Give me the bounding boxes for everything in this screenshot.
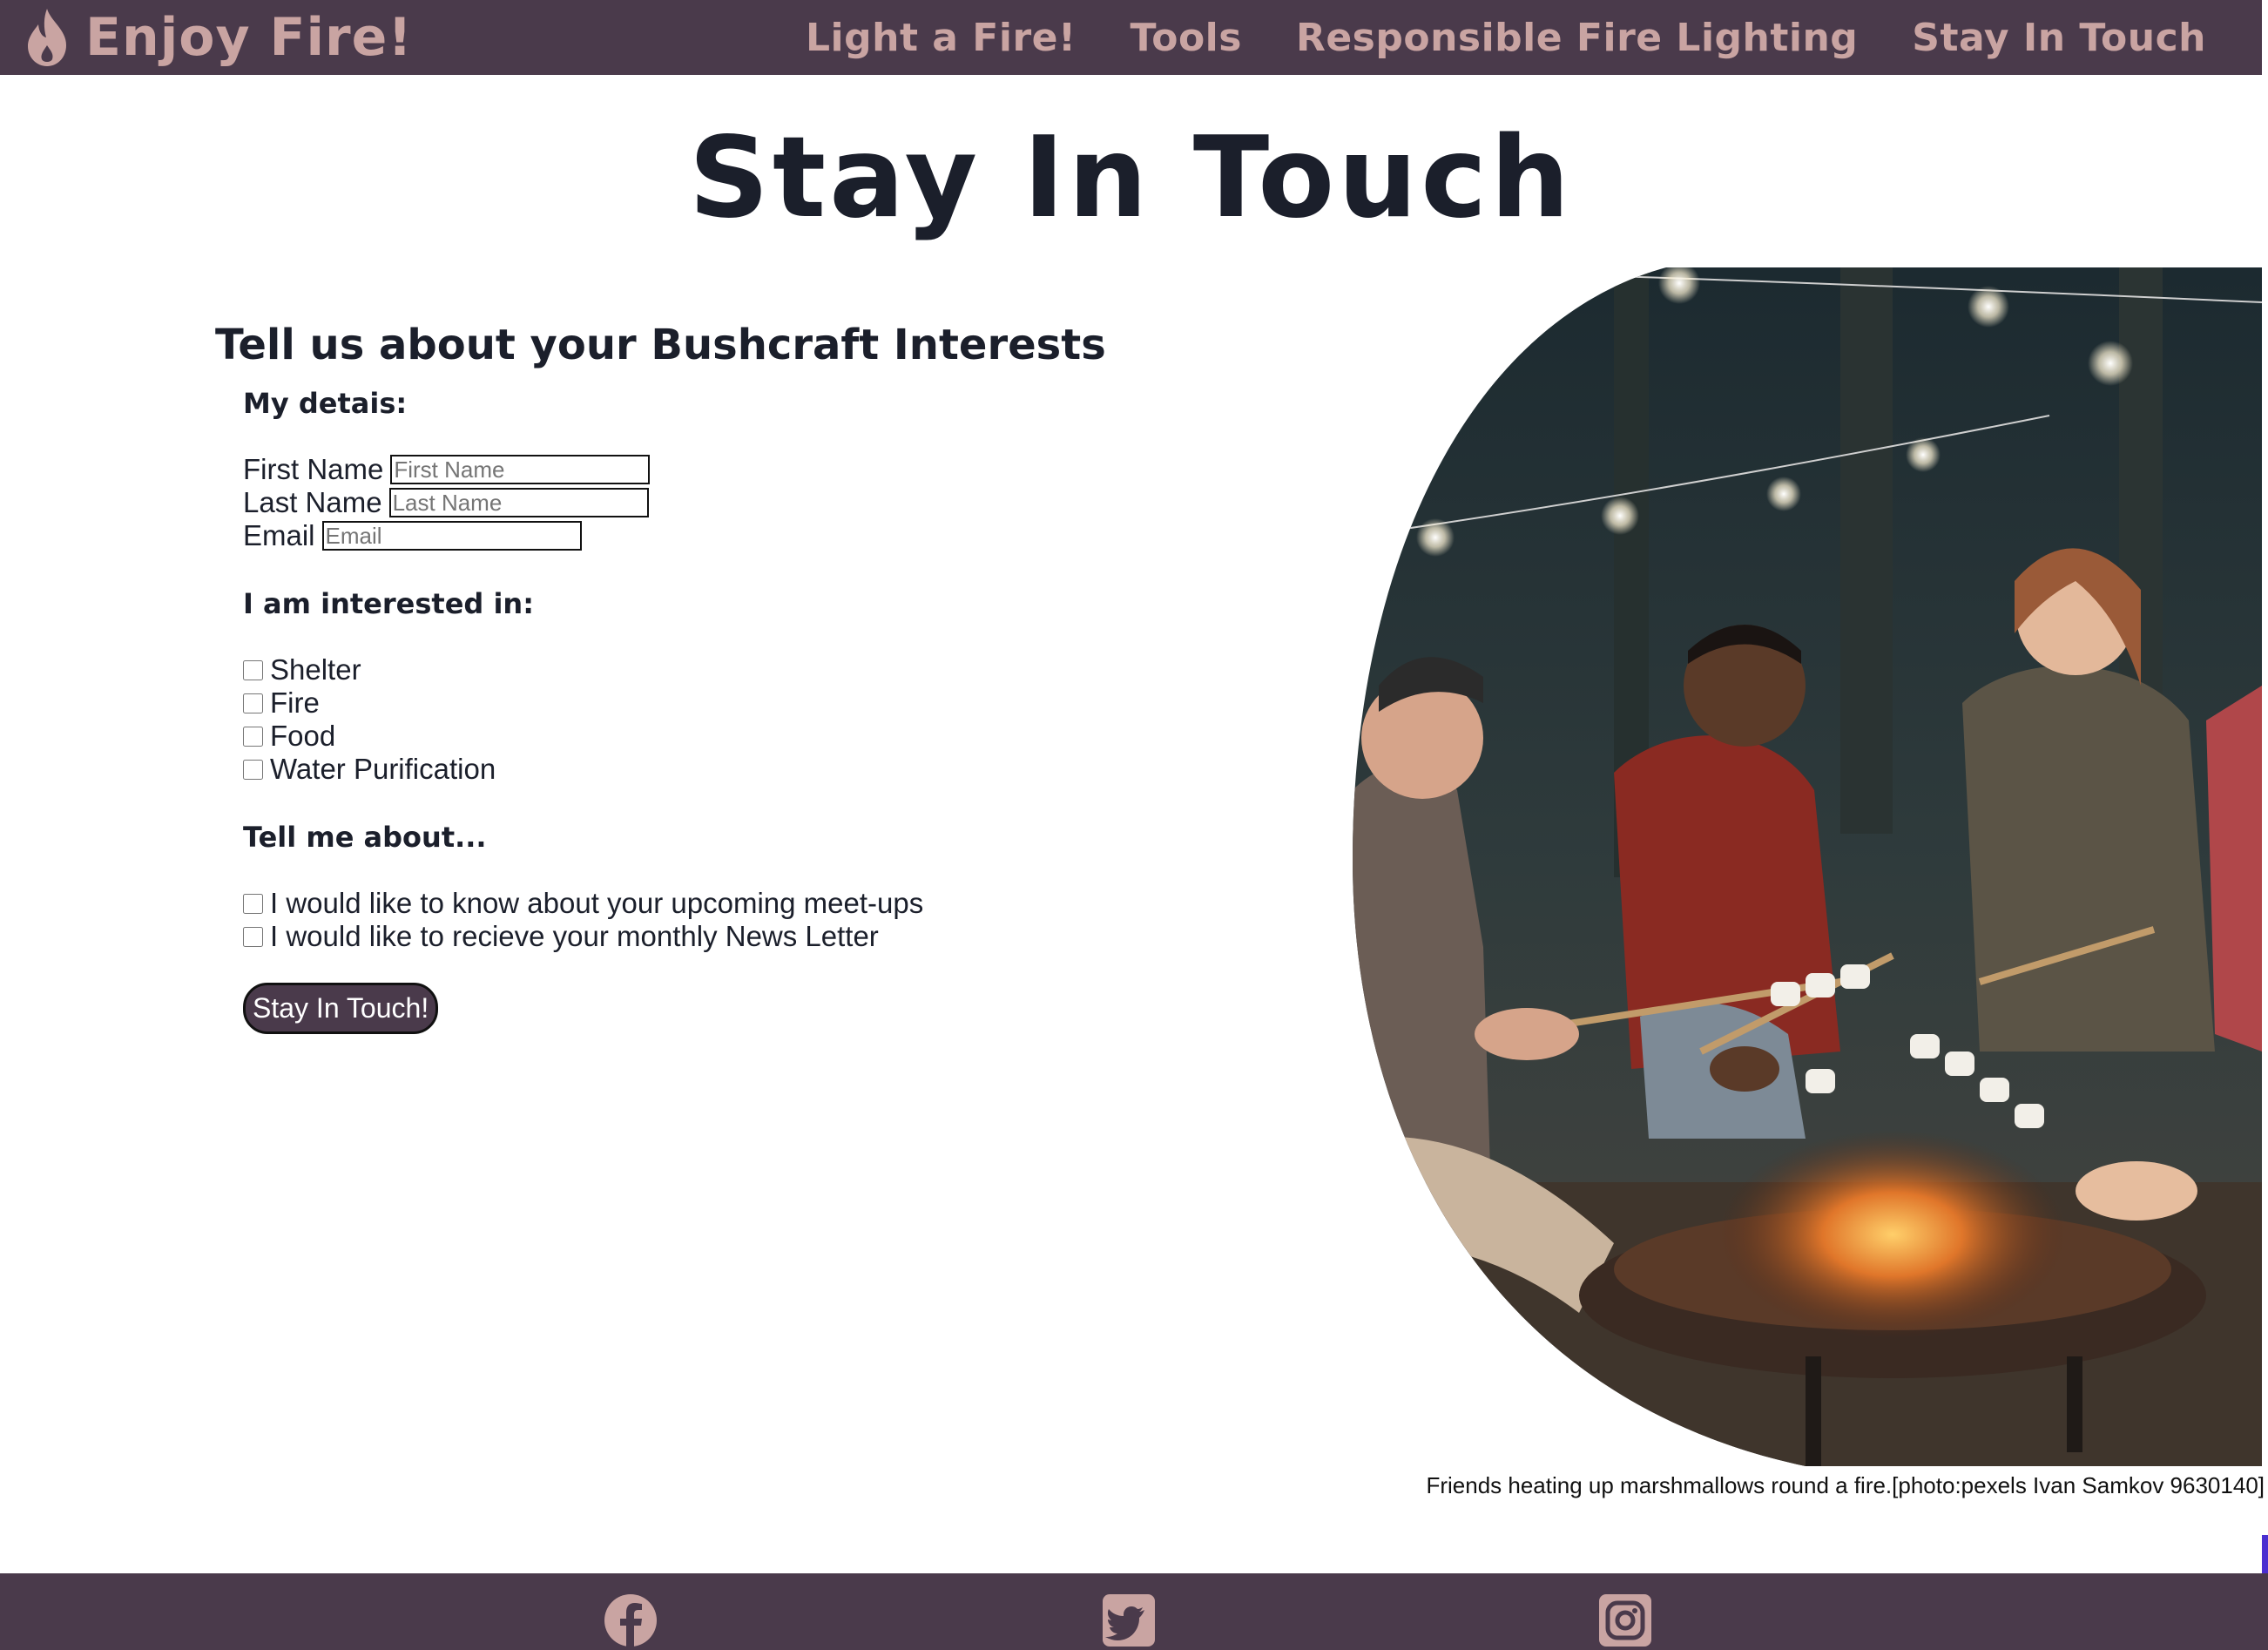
facebook-icon[interactable] [603, 1593, 658, 1648]
nav-light-a-fire[interactable]: Light a Fire! [806, 16, 1077, 60]
main-nav: Light a Fire! Tools Responsible Fire Lig… [752, 0, 2206, 75]
form-heading: Tell us about your Bushcraft Interests [215, 321, 1106, 369]
option-newsletter[interactable]: I would like to recieve your monthly New… [243, 920, 1260, 953]
water-purification-checkbox[interactable] [243, 759, 263, 780]
interest-shelter[interactable]: Shelter [243, 653, 1260, 686]
details-label: My detais: [243, 387, 408, 420]
form-body: My detais: First Name Last Name Email I … [243, 387, 1260, 1034]
water-purification-label: Water Purification [270, 753, 496, 785]
nav-stay-in-touch[interactable]: Stay In Touch [1912, 16, 2206, 60]
newsletter-checkbox[interactable] [243, 926, 263, 947]
food-checkbox[interactable] [243, 726, 263, 747]
flame-icon [24, 7, 70, 68]
email-input[interactable] [321, 521, 582, 551]
first-name-label: First Name [243, 453, 384, 485]
signup-form: Tell us about your Bushcraft Interests M… [215, 321, 1260, 1034]
newsletter-label: I would like to recieve your monthly New… [270, 920, 879, 952]
top-navigation-bar: Enjoy Fire! Light a Fire! Tools Responsi… [0, 0, 2262, 75]
instagram-icon[interactable] [1597, 1593, 1653, 1648]
nav-responsible-fire-lighting[interactable]: Responsible Fire Lighting [1296, 16, 1858, 60]
interest-fire[interactable]: Fire [243, 686, 1260, 720]
stay-in-touch-button[interactable]: Stay In Touch! [243, 983, 439, 1034]
fire-checkbox[interactable] [243, 693, 263, 713]
shelter-checkbox[interactable] [243, 659, 263, 680]
twitter-icon[interactable] [1101, 1593, 1157, 1648]
interest-water-purification[interactable]: Water Purification [243, 753, 1260, 786]
email-row: Email [243, 519, 1260, 552]
meetups-checkbox[interactable] [243, 893, 263, 914]
last-name-label: Last Name [243, 486, 382, 518]
food-label: Food [270, 720, 336, 752]
option-meetups[interactable]: I would like to know about your upcoming… [243, 887, 1260, 920]
first-name-row: First Name [243, 453, 1260, 486]
fire-label: Fire [270, 686, 320, 719]
interests-label: I am interested in: [243, 587, 534, 620]
brand-name: Enjoy Fire! [85, 7, 413, 68]
meetups-label: I would like to know about your upcoming… [270, 887, 924, 919]
photo-caption: Friends heating up marshmallows round a … [1426, 1472, 2265, 1498]
first-name-input[interactable] [390, 455, 651, 484]
brand[interactable]: Enjoy Fire! [24, 0, 413, 75]
page-title: Stay In Touch [688, 113, 1574, 243]
email-label: Email [243, 519, 315, 551]
campfire-photo [1353, 267, 2262, 1466]
shelter-label: Shelter [270, 653, 361, 686]
last-name-input[interactable] [388, 488, 649, 517]
nav-tools[interactable]: Tools [1131, 16, 1242, 60]
footer [0, 1573, 2268, 1650]
tell-me-label: Tell me about... [243, 821, 487, 854]
interest-food[interactable]: Food [243, 720, 1260, 753]
last-name-row: Last Name [243, 486, 1260, 519]
